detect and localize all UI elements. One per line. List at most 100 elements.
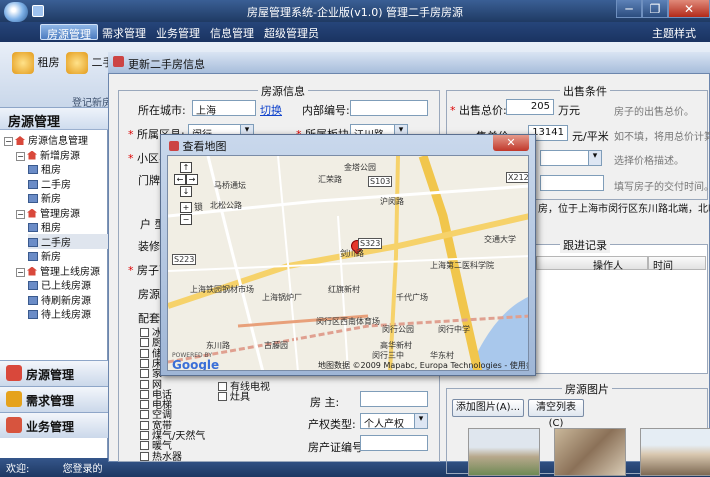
tree-item[interactable]: − 房源信息管理 — [4, 132, 88, 147]
follow-col-time[interactable]: 时间 — [648, 256, 706, 272]
house-icon — [15, 136, 25, 145]
map-label: 千代广场 — [396, 293, 428, 302]
tree-item-label: 新房 — [41, 252, 61, 263]
document-icon — [28, 179, 38, 189]
delivery-field[interactable] — [540, 175, 604, 191]
map-label: S103 — [368, 176, 393, 187]
switch-city-link[interactable]: 切换 — [260, 102, 282, 118]
quick-access-icon[interactable] — [32, 5, 44, 17]
dialog-title: 更新二手房信息 — [108, 52, 710, 74]
owner-field[interactable] — [360, 391, 428, 407]
nav-business-management[interactable]: 业务管理 — [0, 412, 108, 438]
tree-item[interactable]: − 管理上线房源 — [16, 263, 100, 278]
map-window: 查看地图 ✕ 金塔公园 马桥通坛 北松公路 S103 X212 交通大学 S323 S223 上… — [160, 134, 536, 376]
map-view[interactable]: 金塔公园 马桥通坛 北松公路 S103 X212 交通大学 S323 S223 上海第二医科学院… — [167, 155, 529, 371]
tree-item-label: 待刷新房源 — [41, 295, 91, 307]
nav-house-management[interactable]: 房源管理 — [0, 360, 108, 386]
owner-label: 房 主: — [310, 396, 340, 409]
address-description: 房，位于上海市闵行区东川路北端，北临剑 — [538, 204, 710, 215]
tree-item[interactable]: 租房 — [28, 219, 61, 234]
tree-item[interactable]: 二手房 — [28, 176, 71, 191]
document-icon — [28, 194, 38, 203]
deed-no-label: 房产证编号: — [308, 441, 367, 454]
nav-label: 业务管理 — [26, 420, 75, 434]
total-price-unit: 万元 — [558, 104, 580, 117]
document-icon — [28, 237, 38, 247]
pan-up-icon[interactable]: ↑ — [180, 162, 192, 173]
tree-item[interactable]: 新房 — [28, 248, 61, 263]
follow-col-operator[interactable]: 操作人 — [536, 256, 648, 272]
tree-item[interactable]: 二手房 — [28, 233, 108, 249]
tree-item[interactable]: 租房 — [28, 161, 61, 176]
status-login-info: 您登录的 — [62, 464, 103, 475]
unit-price-hint: 如不填，将用总价计算。 — [614, 132, 710, 143]
delivery-hint: 填写房子的交付时间。 — [614, 182, 710, 193]
expand-toggle-icon[interactable]: − — [4, 137, 13, 146]
tree-item[interactable]: − 新增房源 — [16, 147, 80, 162]
total-price-field[interactable]: 205 — [506, 99, 554, 115]
facilities-list-2: 有线电视 灶具 — [218, 378, 298, 408]
status-welcome: 欢迎: — [6, 464, 30, 475]
facility-checkbox[interactable]: 灶具 — [218, 388, 250, 403]
deed-no-field[interactable] — [360, 435, 428, 451]
expand-toggle-icon[interactable]: − — [16, 151, 25, 161]
city-field[interactable]: 上海 — [192, 100, 256, 116]
map-label: 马桥通坛 — [214, 181, 246, 190]
menu-house-management[interactable]: 房源管理 — [40, 24, 98, 41]
zoom-out-icon[interactable]: − — [180, 214, 192, 225]
house-photo-thumb[interactable] — [468, 428, 540, 476]
tree-item-label: 管理房源 — [40, 208, 80, 220]
tree-item-label: 新房 — [41, 194, 61, 205]
map-copyright: 地图数据 ©2009 Mapabc, Europa Technologies -… — [318, 361, 529, 370]
tree-item-label: 房源信息管理 — [28, 136, 88, 147]
expand-toggle-icon[interactable]: − — [16, 267, 25, 277]
close-button[interactable]: ✕ — [668, 0, 710, 18]
ribbon-rent-button[interactable]: 租房 — [12, 52, 60, 74]
tree-item[interactable]: − 管理房源 — [16, 205, 80, 220]
restore-button[interactable]: ❐ — [642, 0, 668, 18]
checkbox-box[interactable] — [218, 392, 227, 402]
theme-style-menu[interactable]: 主题样式 ▾ — [646, 24, 710, 54]
tree-item[interactable]: 待刷新房源 — [28, 292, 91, 307]
internal-no-field[interactable] — [350, 100, 428, 116]
map-close-button[interactable]: ✕ — [493, 135, 529, 151]
map-label: 闵行区西南体育场 — [316, 317, 380, 326]
menu-super-admin[interactable]: 超级管理员 — [258, 24, 325, 40]
floorplan-thumb[interactable] — [554, 428, 626, 476]
menu-info-management[interactable]: 信息管理 — [204, 24, 260, 40]
briefcase-icon — [6, 417, 22, 433]
facility-checkbox[interactable]: 热水器 — [140, 448, 182, 463]
tree-item[interactable]: 已上线房源 — [28, 277, 91, 292]
pan-right-icon[interactable]: → — [186, 174, 198, 185]
sale-conditions-label: 出售条件 — [560, 83, 610, 99]
map-title: 查看地图 — [169, 138, 227, 154]
dialog-title-text: 更新二手房信息 — [128, 58, 205, 71]
zoom-in-icon[interactable]: + — [180, 202, 192, 213]
tree-item[interactable]: 新房 — [28, 190, 61, 205]
price-desc-select[interactable] — [540, 150, 602, 166]
minimize-button[interactable]: ─ — [616, 0, 642, 18]
ribbon-second-hand-button[interactable]: 二手 — [66, 52, 114, 74]
expand-toggle-icon[interactable]: − — [16, 209, 25, 219]
city-label: 所在城市: — [138, 104, 186, 117]
clear-list-button[interactable]: 清空列表(C) — [528, 399, 584, 429]
map-label: 闵行中学 — [438, 325, 470, 334]
follow-up-label: 跟进记录 — [560, 237, 610, 253]
pan-down-icon[interactable]: ↓ — [180, 186, 192, 197]
nav-demand-management[interactable]: 需求管理 — [0, 386, 108, 412]
map-label: X212 — [506, 172, 529, 183]
menu-demand-management[interactable]: 需求管理 — [96, 24, 152, 40]
tree-item[interactable]: 待上线房源 — [28, 306, 91, 321]
facility-label: 热水器 — [152, 451, 182, 463]
tree-item-label: 已上线房源 — [41, 281, 91, 292]
add-photo-button[interactable]: 添加图片(A)... — [452, 399, 524, 417]
deed-type-select[interactable]: 个人产权 — [360, 413, 428, 429]
pan-left-icon[interactable]: ← — [174, 174, 186, 185]
building-photo-thumb[interactable] — [640, 428, 710, 476]
nav-label: 需求管理 — [26, 394, 75, 408]
checkbox-box[interactable] — [140, 451, 149, 461]
map-label: 上海第二医科学院 — [430, 261, 494, 270]
house-icon — [6, 365, 22, 381]
house-icon — [27, 208, 37, 218]
menu-business-management[interactable]: 业务管理 — [150, 24, 206, 40]
